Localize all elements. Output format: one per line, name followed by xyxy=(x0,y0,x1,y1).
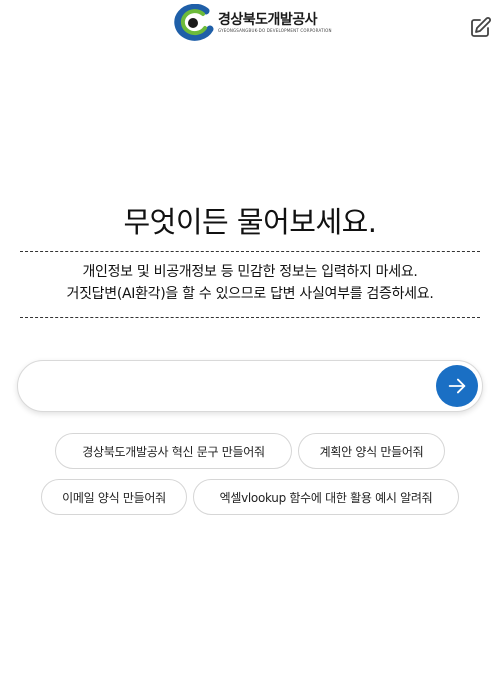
send-button[interactable] xyxy=(436,365,478,407)
company-logo[interactable]: 경상북도개발공사 GYEONGSANGBUK-DO DEVELOPMENT CO… xyxy=(172,4,332,42)
new-chat-button[interactable] xyxy=(468,16,492,40)
chat-input-box xyxy=(17,360,483,412)
edit-icon xyxy=(471,17,491,37)
page-title: 무엇이든 물어보세요. xyxy=(123,205,377,239)
header: 경상북도개발공사 GYEONGSANGBUK-DO DEVELOPMENT CO… xyxy=(0,0,500,50)
divider-bottom xyxy=(20,317,480,318)
suggestion-chip-excel-vlookup[interactable]: 엑셀vlookup 함수에 대한 활용 예시 알려줘 xyxy=(193,479,459,515)
logo-name: 경상북도개발공사 xyxy=(218,12,318,28)
notice-text: 개인정보 및 비공개정보 등 민감한 정보는 입력하지 마세요. 거짓답변(AI… xyxy=(0,261,500,305)
notice-line-privacy: 개인정보 및 비공개정보 등 민감한 정보는 입력하지 마세요. xyxy=(82,264,418,280)
suggestion-chip-plan-template[interactable]: 계획안 양식 만들어줘 xyxy=(298,433,445,469)
divider-top xyxy=(20,251,480,252)
suggestion-chip-innovation-slogan[interactable]: 경상북도개발공사 혁신 문구 만들어줘 xyxy=(55,433,292,469)
suggestion-chip-email-template[interactable]: 이메일 양식 만들어줘 xyxy=(41,479,187,515)
logo-mark-icon xyxy=(174,4,214,41)
arrow-right-icon xyxy=(448,378,466,394)
logo-text: 경상북도개발공사 GYEONGSANGBUK-DO DEVELOPMENT CO… xyxy=(218,12,332,34)
notice-line-hallucination: 거짓답변(AI환각)을 할 수 있으므로 답변 사실여부를 검증하세요. xyxy=(66,286,434,302)
chat-input[interactable] xyxy=(38,371,428,401)
logo-subtitle: GYEONGSANGBUK-DO DEVELOPMENT CORPORATION xyxy=(218,28,332,33)
